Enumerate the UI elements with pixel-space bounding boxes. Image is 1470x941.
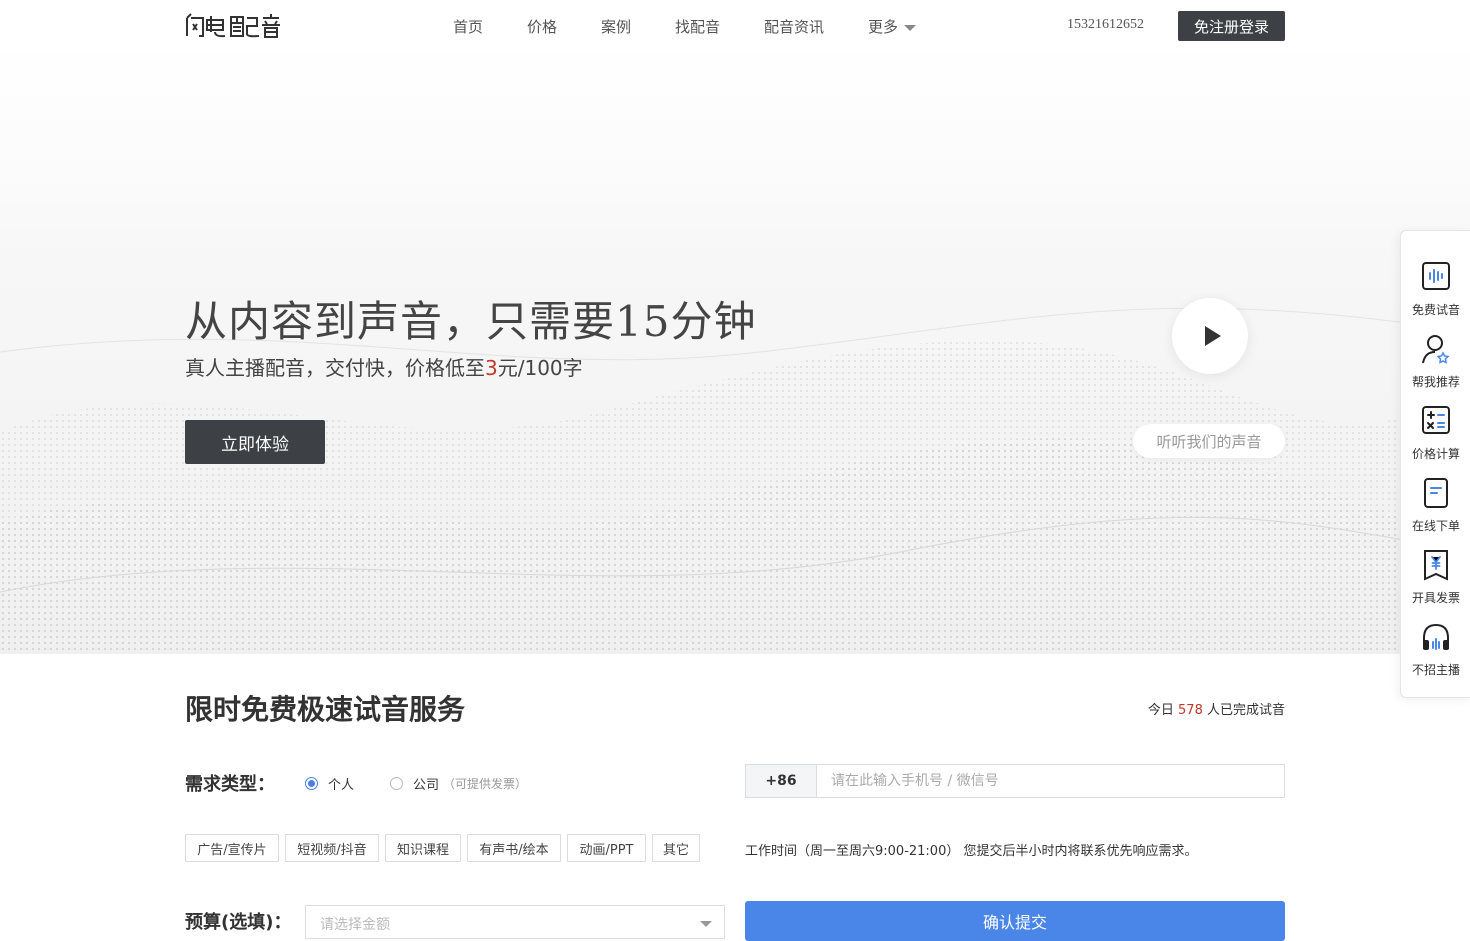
chevron-down-icon — [700, 921, 712, 927]
hero-price: 3 — [485, 356, 498, 380]
hero-title: 从内容到声音，只需要15分钟 — [185, 297, 757, 346]
tag-short-video[interactable]: 短视频/抖音 — [285, 834, 379, 862]
budget-label: 预算(选填)： — [185, 912, 292, 933]
radio-company[interactable]: 公司 （可提供发票） — [390, 774, 527, 793]
sidebar-item-price-calc[interactable]: 价格计算 — [1401, 397, 1470, 469]
today-trial-count: 今日 578 人已完成试音 — [1060, 699, 1285, 718]
chevron-down-icon — [904, 24, 917, 31]
budget-select[interactable]: 请选择金额 — [305, 905, 725, 939]
voice-wave-icon — [1422, 262, 1450, 290]
floating-sidebar: 免费试音 帮我推荐 价格计算 在线下单 开具发票 不招主播 — [1400, 230, 1470, 698]
today-post: 人已完成试音 — [1202, 703, 1285, 718]
play-icon — [1204, 326, 1221, 346]
headphones-icon — [1423, 623, 1449, 650]
tag-animation[interactable]: 动画/PPT — [567, 834, 646, 862]
tag-ad[interactable]: 广告/宣传片 — [185, 834, 279, 862]
nav-more[interactable]: 更多 — [868, 16, 917, 37]
invoice-icon — [1424, 550, 1448, 581]
nav-more-label: 更多 — [868, 18, 899, 36]
contact-field: +86 — [745, 764, 1305, 798]
document-icon — [1424, 478, 1448, 508]
play-button[interactable] — [1172, 298, 1248, 374]
calculator-icon — [1422, 406, 1450, 434]
tag-audiobook[interactable]: 有声书/绘本 — [467, 834, 561, 862]
nav-find-voice[interactable]: 找配音 — [675, 16, 720, 37]
nav-home[interactable]: 首页 — [453, 16, 483, 37]
budget-placeholder: 请选择金额 — [320, 917, 390, 933]
sidebar-item-order[interactable]: 在线下单 — [1401, 469, 1470, 541]
hero-subtitle-post: 元/100字 — [497, 356, 583, 380]
try-now-button[interactable]: 立即体验 — [185, 420, 325, 464]
nav-news[interactable]: 配音资讯 — [764, 16, 824, 37]
hero-banner: 从内容到声音，只需要15分钟 真人主播配音，交付快，价格低至3元/100字 立即… — [0, 52, 1470, 654]
country-code[interactable]: +86 — [746, 765, 817, 797]
submit-button[interactable]: 确认提交 — [745, 901, 1285, 941]
work-hours-note: 工作时间（周一至周六9:00-21:00） 您提交后半小时内将联系优先响应需求。 — [745, 844, 1198, 859]
radio-label: 个人 — [328, 778, 355, 793]
contact-phone: 15321612652 — [1067, 17, 1144, 32]
sidebar-item-recommend[interactable]: 帮我推荐 — [1401, 325, 1470, 397]
requirement-type-label: 需求类型： — [185, 774, 275, 795]
listen-samples-button[interactable]: 听听我们的声音 — [1133, 424, 1285, 458]
sidebar-label: 价格计算 — [1411, 447, 1460, 461]
today-count: 578 — [1178, 703, 1203, 718]
nav-cases[interactable]: 案例 — [601, 16, 631, 37]
sidebar-label: 开具发票 — [1411, 591, 1460, 605]
radio-hint: （可提供发票） — [443, 777, 528, 791]
trial-section-title: 限时免费极速试音服务 — [185, 693, 466, 726]
radio-personal[interactable]: 个人 — [305, 774, 354, 793]
sidebar-label: 不招主播 — [1411, 663, 1460, 677]
nav-price[interactable]: 价格 — [527, 16, 557, 37]
site-header: 首页 价格 案例 找配音 配音资讯 更多 15321612652 免注册登录 — [0, 0, 1470, 52]
tag-other[interactable]: 其它 — [652, 834, 700, 862]
sidebar-label: 在线下单 — [1411, 519, 1460, 533]
sidebar-label: 帮我推荐 — [1411, 375, 1460, 389]
sidebar-item-free-trial[interactable]: 免费试音 — [1401, 253, 1470, 325]
user-star-icon — [1422, 335, 1450, 364]
phone-input[interactable] — [817, 765, 1305, 797]
hero-subtitle-pre: 真人主播配音，交付快，价格低至 — [185, 356, 485, 380]
radio-label: 公司 — [413, 778, 440, 793]
sidebar-item-recruit[interactable]: 不招主播 — [1401, 613, 1470, 685]
tag-course[interactable]: 知识课程 — [385, 834, 461, 862]
sidebar-label: 免费试音 — [1411, 303, 1460, 317]
login-button[interactable]: 免注册登录 — [1178, 11, 1285, 41]
radio-unchecked-icon — [390, 777, 403, 790]
radio-checked-icon — [305, 777, 318, 790]
today-pre: 今日 — [1147, 703, 1179, 718]
hero-subtitle: 真人主播配音，交付快，价格低至3元/100字 — [185, 352, 583, 381]
sidebar-item-invoice[interactable]: 开具发票 — [1401, 541, 1470, 613]
site-logo[interactable] — [185, 12, 293, 40]
